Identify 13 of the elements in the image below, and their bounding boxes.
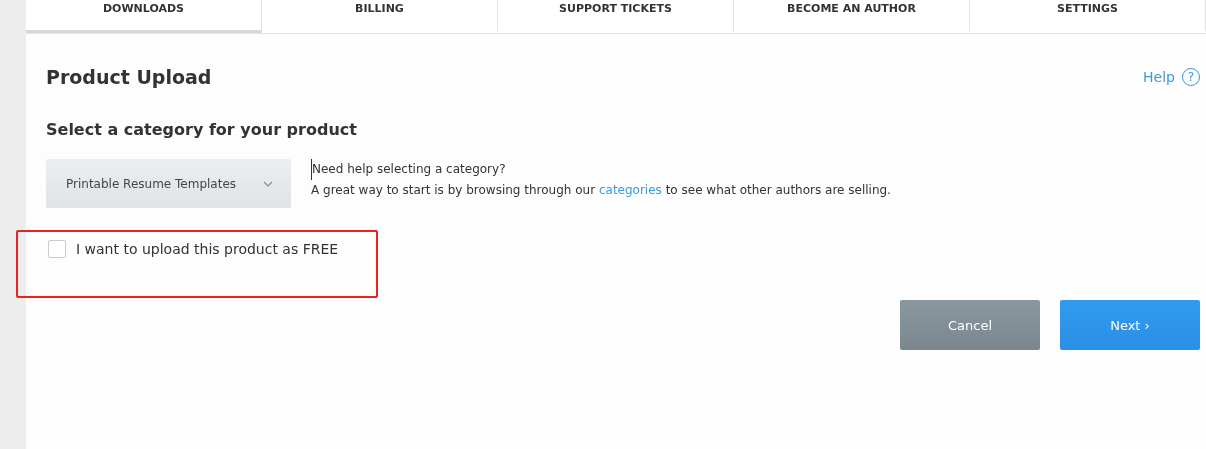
tab[interactable]: SETTINGS: [970, 0, 1206, 33]
tab[interactable]: BILLING: [262, 0, 498, 33]
tab[interactable]: DOWNLOADS: [26, 0, 262, 33]
help-question: Need help selecting a category?: [311, 159, 891, 180]
tab[interactable]: SUPPORT TICKETS: [498, 0, 734, 33]
help-sentence: A great way to start is by browsing through our categories to see what other authors are selling.: [311, 182, 891, 199]
chevron-down-icon: [263, 180, 273, 187]
page-title: Product Upload: [46, 66, 212, 88]
category-dropdown[interactable]: Printable Resume Templates: [46, 159, 291, 208]
checkbox-label: I want to upload this product as FREE: [76, 241, 339, 257]
tab[interactable]: BECOME AN AUTHOR: [734, 0, 970, 33]
section-title: Select a category for your product: [46, 120, 358, 139]
checkbox[interactable]: [48, 240, 66, 258]
